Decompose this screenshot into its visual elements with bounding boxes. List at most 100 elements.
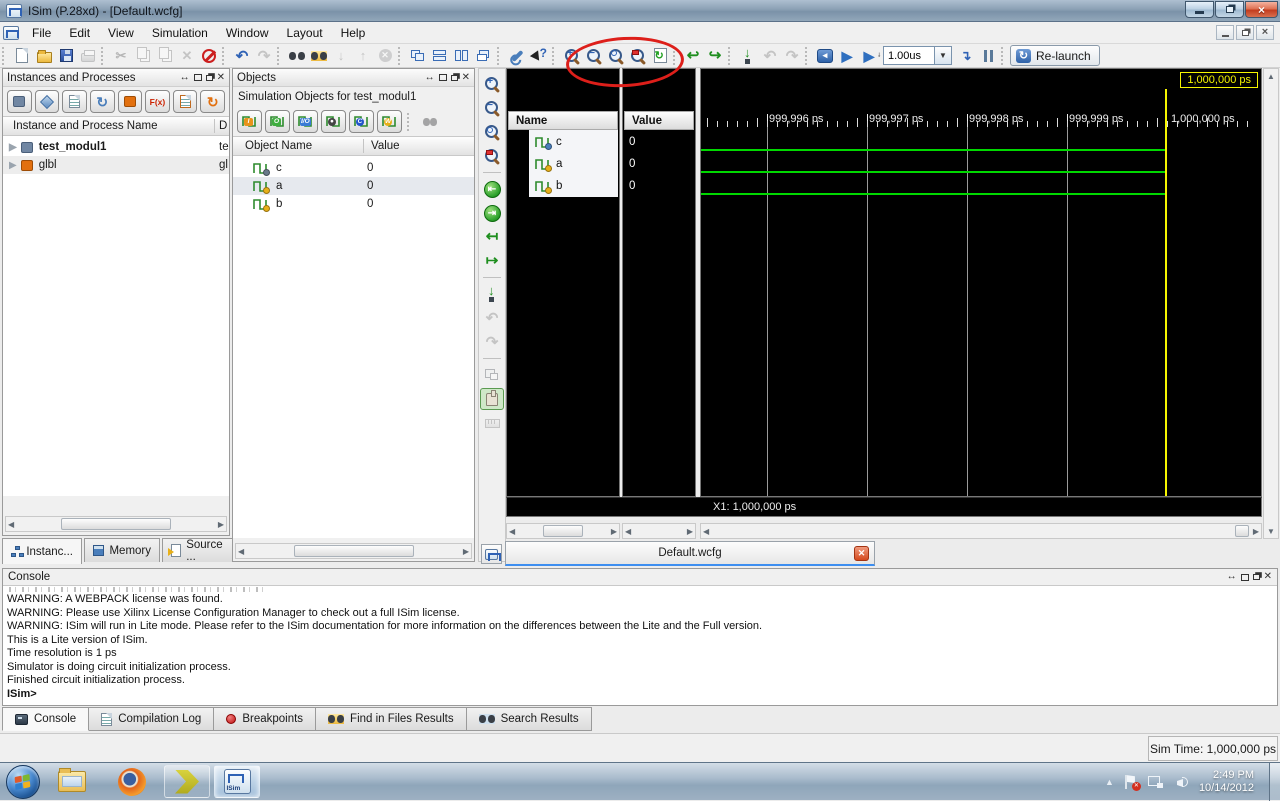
volume-icon[interactable] xyxy=(1174,776,1188,788)
redo-button[interactable]: ↷ xyxy=(253,46,275,66)
panel-maximize-icon[interactable] xyxy=(194,74,202,81)
tab-memory[interactable]: Memory xyxy=(84,538,160,562)
panel-close-icon[interactable]: ✕ xyxy=(1264,572,1272,582)
scroll-down-arrow[interactable]: ▼ xyxy=(1264,524,1278,538)
filter-outputs-button[interactable]: O xyxy=(265,110,290,133)
network-icon[interactable] xyxy=(1148,776,1163,788)
new-file-button[interactable] xyxy=(11,46,33,66)
panel-detach-icon[interactable]: ↔ xyxy=(1227,572,1237,582)
panel-maximize-icon[interactable] xyxy=(1241,574,1249,581)
cursor-time-label[interactable]: 1,000,000 ps xyxy=(1180,72,1258,88)
show-processes-button[interactable] xyxy=(62,90,87,113)
toggle-edit-mode-button[interactable] xyxy=(198,46,220,66)
column-separator[interactable] xyxy=(363,139,364,153)
simulation-time-input[interactable] xyxy=(883,46,935,65)
waveform-vscrollbar[interactable]: ▲ ▼ xyxy=(1263,68,1279,539)
objects-hscrollbar[interactable]: ◀ ▶ xyxy=(235,543,472,559)
tile-vertical-button[interactable] xyxy=(451,46,473,66)
tray-expand-icon[interactable]: ▲ xyxy=(1105,777,1114,787)
show-entities-button[interactable] xyxy=(35,90,60,113)
show-instances-button[interactable] xyxy=(7,90,32,113)
console-output[interactable]: WARNING: A WEBPACK license was found. WA… xyxy=(3,586,1277,704)
copy-button[interactable] xyxy=(132,46,154,66)
delete-button[interactable]: ✕ xyxy=(176,46,198,66)
menu-layout[interactable]: Layout xyxy=(278,23,332,43)
menu-edit[interactable]: Edit xyxy=(60,23,99,43)
save-button[interactable] xyxy=(55,46,77,66)
time-dropdown-button[interactable]: ▼ xyxy=(935,46,952,65)
name-column-scrollbar[interactable]: ◀▶ xyxy=(506,523,620,539)
wave-row-a[interactable]: a xyxy=(531,153,617,175)
zoom-in-button[interactable]: + xyxy=(561,46,583,66)
expand-arrow-icon[interactable]: ▶ xyxy=(9,160,17,171)
measure-button[interactable] xyxy=(480,412,504,434)
tree-row-glbl[interactable]: ▶ glbl gl xyxy=(3,156,229,174)
break-button[interactable] xyxy=(977,46,999,66)
cut-button[interactable]: ✂ xyxy=(110,46,132,66)
paste-button[interactable] xyxy=(154,46,176,66)
previous-marker-button[interactable]: ↶ xyxy=(759,46,781,66)
find-next-button[interactable]: ↓ xyxy=(330,46,352,66)
scroll-thumb[interactable] xyxy=(294,545,414,557)
waveform-scrollbar[interactable]: ◀ ▶ xyxy=(700,523,1262,539)
preferences-button[interactable] xyxy=(506,46,528,66)
taskbar-firefox-button[interactable] xyxy=(112,765,152,799)
wave-value-header[interactable]: Value xyxy=(624,111,694,130)
wave-row-b[interactable]: b xyxy=(531,175,617,197)
menu-view[interactable]: View xyxy=(99,23,143,43)
relaunch-button[interactable]: ↻ Re-launch xyxy=(1010,45,1100,66)
start-button[interactable] xyxy=(6,765,40,799)
wave-tab-icon-button[interactable] xyxy=(481,544,502,564)
scroll-left-arrow[interactable]: ◀ xyxy=(238,547,244,556)
show-modules-button[interactable] xyxy=(118,90,143,113)
scroll-right-arrow[interactable]: ▶ xyxy=(1253,527,1259,536)
filter-variables-button[interactable]: W xyxy=(377,110,402,133)
time-cursor-line[interactable] xyxy=(1165,89,1167,497)
stop-find-button[interactable]: ✕ xyxy=(374,46,396,66)
context-help-button[interactable] xyxy=(528,46,550,66)
find-in-files-button[interactable] xyxy=(308,46,330,66)
menu-help[interactable]: Help xyxy=(332,23,375,43)
scroll-left-arrow[interactable]: ◀ xyxy=(625,527,631,536)
zoom-to-full-view-button[interactable] xyxy=(605,46,627,66)
object-row-a[interactable]: a 0 xyxy=(233,177,474,195)
add-wave-marker-button[interactable] xyxy=(480,283,504,305)
tab-search-results[interactable]: Search Results xyxy=(467,707,592,731)
taskbar-isim-button[interactable]: ISim xyxy=(214,765,260,798)
show-source-button[interactable] xyxy=(173,90,198,113)
taskbar-ise-button[interactable] xyxy=(164,765,210,798)
reload-button[interactable] xyxy=(649,46,671,66)
tab-find-in-files-results[interactable]: Find in Files Results xyxy=(316,707,467,731)
scroll-thumb[interactable] xyxy=(1235,525,1249,537)
wave-zoom-full-button[interactable] xyxy=(480,121,504,143)
scroll-right-arrow[interactable]: ▶ xyxy=(687,527,693,536)
panel-close-icon[interactable]: ✕ xyxy=(217,73,225,83)
tab-close-button[interactable]: ✕ xyxy=(854,546,869,561)
layered-windows-button[interactable] xyxy=(473,46,495,66)
filter-constants-button[interactable]: C xyxy=(349,110,374,133)
waveform-area[interactable]: 1,000,000 ps 999,996 ps 999,997 ps 999,9… xyxy=(700,68,1262,497)
menu-file[interactable]: File xyxy=(23,23,60,43)
tab-compilation-log[interactable]: Compilation Log xyxy=(89,707,214,731)
panel-detach-icon[interactable]: ↔ xyxy=(425,73,435,83)
wave-zoom-cursor-button[interactable] xyxy=(480,145,504,167)
filter-inouts-button[interactable]: I/O xyxy=(293,110,318,133)
open-file-button[interactable] xyxy=(33,46,55,66)
search-objects-button[interactable] xyxy=(419,112,441,132)
scroll-up-arrow[interactable]: ▲ xyxy=(1264,69,1278,83)
close-button[interactable]: × xyxy=(1245,1,1278,18)
undo-button[interactable]: ↶ xyxy=(231,46,253,66)
scroll-left-arrow[interactable]: ◀ xyxy=(8,520,14,529)
mdi-minimize-button[interactable] xyxy=(1216,25,1234,40)
next-transition-button[interactable]: ↦ xyxy=(480,250,504,272)
taskbar-explorer-button[interactable] xyxy=(52,765,92,799)
scroll-thumb[interactable] xyxy=(61,518,171,530)
show-desktop-button[interactable] xyxy=(1269,763,1280,801)
scroll-left-arrow[interactable]: ◀ xyxy=(703,527,709,536)
minimize-button[interactable] xyxy=(1185,1,1214,18)
wave-row-c[interactable]: c xyxy=(531,131,617,153)
step-button[interactable]: ↴ xyxy=(955,46,977,66)
tab-instances[interactable]: Instanc... xyxy=(2,538,82,564)
panel-float-icon[interactable] xyxy=(451,75,458,81)
restore-button[interactable] xyxy=(1215,1,1244,18)
